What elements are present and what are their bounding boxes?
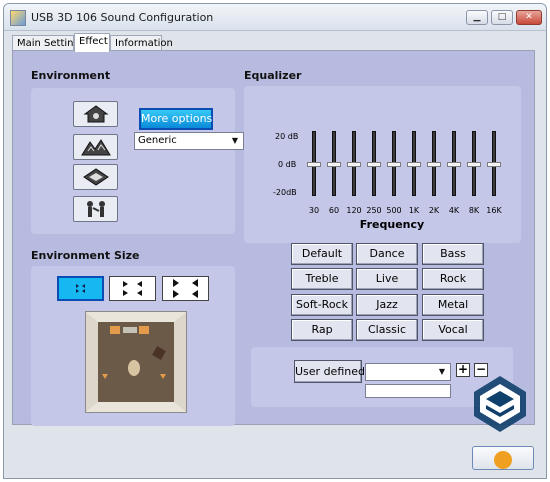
plus-icon: +	[457, 362, 469, 376]
large-room-icon	[173, 279, 198, 298]
environment-house-button[interactable]	[73, 101, 118, 127]
people-icon	[86, 201, 105, 217]
environment-size-title: Environment Size	[31, 249, 140, 262]
size-medium-button[interactable]	[109, 276, 156, 301]
equalizer-sliders: 20 dB 0 dB -20dB Frequency 30 60 120 250 500…	[269, 102, 514, 235]
chevron-down-icon: ▼	[438, 367, 446, 376]
preset-rock-button[interactable]: Rock	[422, 268, 484, 290]
room-preview	[85, 311, 187, 413]
close-button[interactable]: ✕	[516, 10, 542, 25]
eq-slider-120[interactable]	[347, 161, 361, 167]
maximize-icon: □	[497, 12, 507, 22]
eq-slider-16K[interactable]	[487, 161, 501, 167]
preset-metal-button[interactable]: Metal	[422, 294, 484, 316]
cave-icon	[82, 168, 109, 186]
maximize-button[interactable]: □	[491, 10, 513, 25]
minimize-button[interactable]: ▁	[466, 10, 488, 25]
size-small-button[interactable]	[57, 276, 104, 301]
frequency-label: Frequency	[359, 218, 425, 231]
preset-soft-rock-button[interactable]: Soft-Rock	[291, 294, 353, 316]
eq-slider-2K[interactable]	[427, 161, 441, 167]
preset-live-button[interactable]: Live	[356, 268, 418, 290]
environment-preset-select[interactable]: Generic ▼	[134, 132, 244, 150]
preset-default-button[interactable]: Default	[291, 243, 353, 265]
preset-treble-button[interactable]: Treble	[291, 268, 353, 290]
watermark-logo	[468, 368, 532, 447]
environment-box: More options Generic ▼	[31, 88, 244, 234]
eq-slider-1K[interactable]	[407, 161, 421, 167]
preset-classic-button[interactable]: Classic	[356, 319, 418, 341]
db-label-top: 20 dB	[275, 132, 299, 141]
preset-dance-button[interactable]: Dance	[356, 243, 418, 265]
app-icon	[10, 10, 26, 26]
environment-people-button[interactable]	[73, 196, 118, 222]
effect-panel: Environment More options Generic ▼ Envir…	[12, 50, 535, 426]
window-title: USB 3D 106 Sound Configuration	[31, 11, 214, 24]
small-room-icon	[76, 284, 85, 293]
eq-slider-30[interactable]	[307, 161, 321, 167]
preset-vocal-button[interactable]: Vocal	[422, 319, 484, 341]
house-icon	[82, 105, 109, 123]
eq-band-label: 16K	[486, 206, 502, 215]
user-preset-name-input[interactable]	[365, 384, 451, 398]
eq-slider-4K[interactable]	[447, 161, 461, 167]
more-options-button[interactable]: More options	[139, 108, 213, 130]
eq-slider-500[interactable]	[387, 161, 401, 167]
tab-effect[interactable]: Effect	[74, 33, 110, 52]
eq-slider-8K[interactable]	[467, 161, 481, 167]
equalizer-title: Equalizer	[244, 69, 302, 82]
eq-slider-60[interactable]	[327, 161, 341, 167]
mountains-icon	[80, 139, 111, 156]
minimize-icon: ▁	[473, 12, 481, 22]
user-defined-button[interactable]: User defined	[294, 360, 365, 383]
medium-room-icon	[123, 281, 142, 296]
environment-mountains-button[interactable]	[73, 134, 118, 160]
title-bar[interactable]: USB 3D 106 Sound Configuration ▁ □ ✕	[4, 4, 546, 31]
size-large-button[interactable]	[162, 276, 209, 301]
orb-icon	[494, 451, 512, 469]
environment-preset-value: Generic	[138, 135, 177, 146]
preset-jazz-button[interactable]: Jazz	[356, 294, 418, 316]
room-preview-illustration	[86, 312, 186, 412]
eq-slider-250[interactable]	[367, 161, 381, 167]
db-label-bottom: -20dB	[273, 188, 297, 197]
tab-information[interactable]: Information	[110, 35, 173, 51]
environment-cave-button[interactable]	[73, 164, 118, 190]
close-icon: ✕	[525, 12, 533, 22]
chevron-down-icon: ▼	[231, 136, 239, 145]
tab-main-setting[interactable]: Main Setting	[12, 35, 80, 51]
user-defined-select[interactable]: ▼	[365, 363, 451, 381]
ok-button[interactable]	[472, 446, 534, 470]
db-label-mid: 0 dB	[278, 160, 297, 169]
environment-title: Environment	[31, 69, 111, 82]
logo-icon	[474, 376, 526, 432]
preset-bass-button[interactable]: Bass	[422, 243, 484, 265]
preset-rap-button[interactable]: Rap	[291, 319, 353, 341]
